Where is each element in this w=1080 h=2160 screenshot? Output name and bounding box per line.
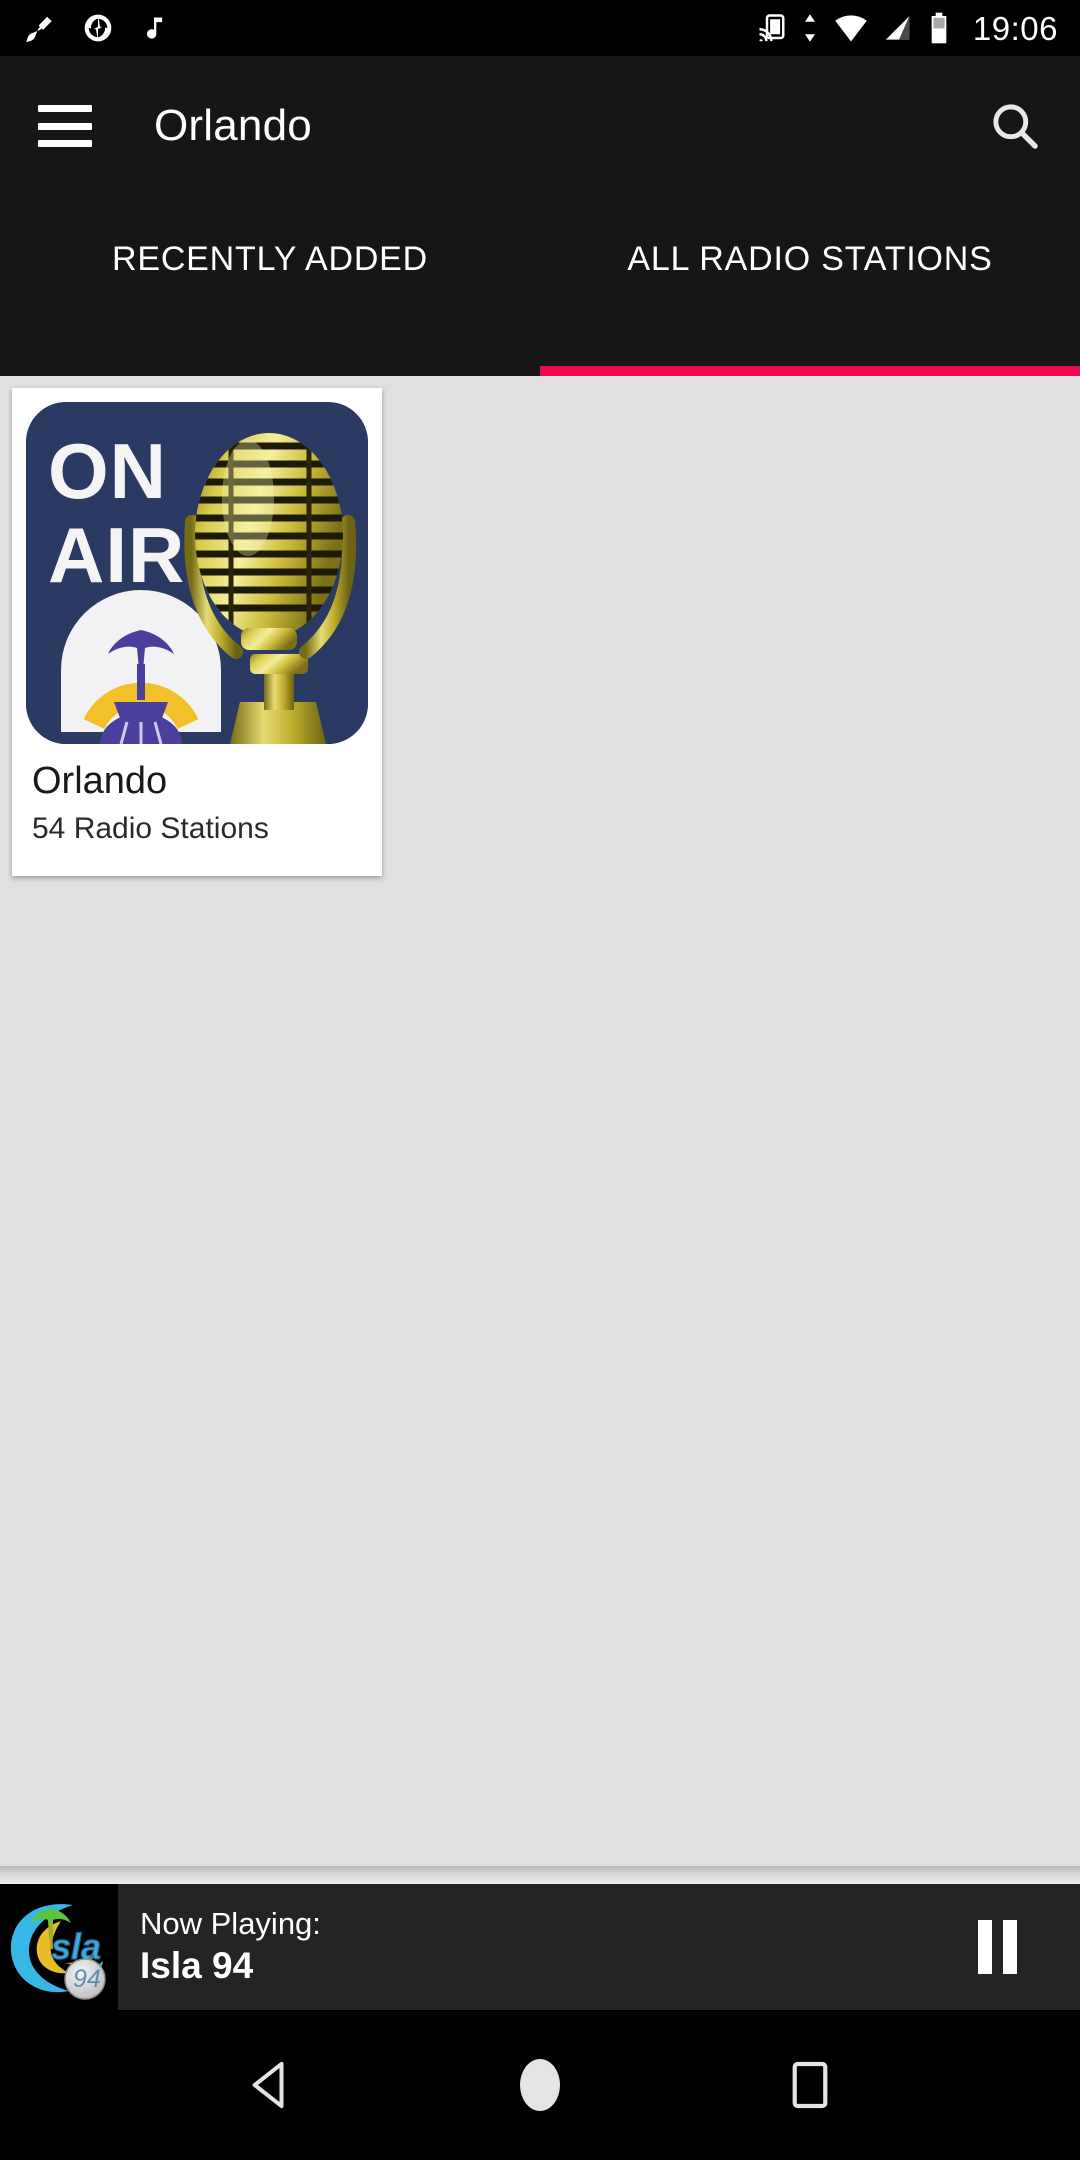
wifi-icon [835, 15, 867, 42]
status-bar-right-icons: 19:06 [757, 12, 1058, 45]
status-bar: 19:06 [0, 0, 1080, 56]
svg-text:94: 94 [73, 1965, 101, 1993]
search-icon[interactable] [980, 91, 1050, 161]
now-playing-divider [0, 1866, 1080, 1884]
tab-bar: RECENTLY ADDED ALL RADIO STATIONS [0, 196, 1080, 376]
card-thumbnail-wrapper: ON AIR [12, 388, 382, 744]
data-transfer-icon [804, 14, 815, 42]
now-playing-text: Now Playing: Isla 94 [140, 1905, 321, 1990]
app-bar: Orlando [0, 56, 1080, 196]
svg-text:ON: ON [48, 427, 167, 515]
now-playing-bar[interactable]: sla 94 Now Playing: Isla 94 [0, 1884, 1080, 2010]
camera-aperture-icon [84, 14, 112, 42]
tab-recently-added[interactable]: RECENTLY ADDED [0, 196, 540, 376]
on-air-microphone-thumbnail: ON AIR [26, 402, 368, 744]
station-group-card[interactable]: ON AIR Orlando 54 Radio Stations [12, 388, 382, 876]
status-bar-left-icons [22, 11, 168, 45]
back-triangle-icon[interactable] [225, 2040, 315, 2130]
tab-all-radio-stations[interactable]: ALL RADIO STATIONS [540, 196, 1080, 376]
svg-text:AIR: AIR [48, 511, 185, 599]
page-title: Orlando [154, 101, 312, 150]
cast-screen-icon [759, 14, 785, 42]
card-subtitle: 54 Radio Stations [32, 811, 269, 845]
now-playing-label: Now Playing: [140, 1905, 321, 1941]
now-playing-station-name: Isla 94 [140, 1945, 254, 1987]
stations-content-area: ON AIR Orlando 54 Radio Stations [0, 376, 1080, 1866]
card-text-block: Orlando 54 Radio Stations [12, 744, 382, 876]
isla-94-logo: sla 94 [0, 1884, 118, 2010]
app-screen: 19:06 Orlando RECENTLY ADDED ALL RADIO S… [0, 0, 1080, 2160]
card-title: Orlando [32, 760, 168, 802]
hamburger-menu-icon[interactable] [38, 105, 92, 147]
battery-icon [931, 12, 947, 44]
recents-square-icon[interactable] [765, 2040, 855, 2130]
music-note-icon [147, 17, 163, 39]
android-navigation-bar [0, 2010, 1080, 2160]
broom-cleaner-icon [26, 14, 54, 43]
status-bar-clock: 19:06 [972, 9, 1058, 47]
cellular-signal-icon [885, 16, 910, 40]
tab-active-indicator [540, 366, 1080, 376]
home-circle-icon[interactable] [495, 2040, 585, 2130]
pause-icon[interactable] [962, 1912, 1032, 1982]
